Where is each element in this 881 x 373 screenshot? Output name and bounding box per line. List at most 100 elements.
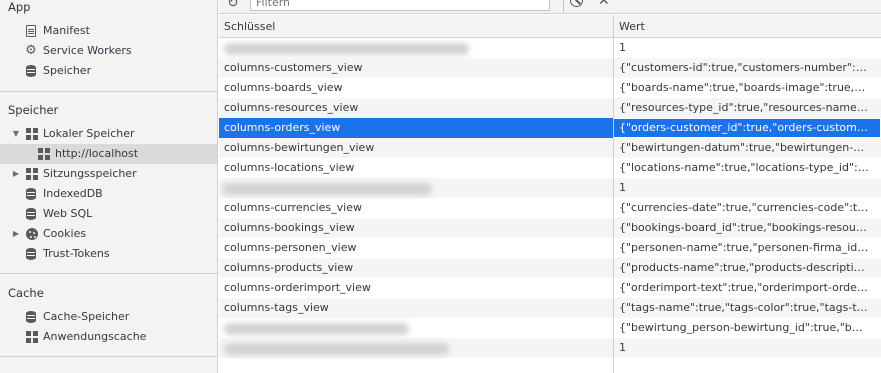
table-row[interactable]: columns-orderimport_view {"orderimport-t… bbox=[219, 278, 881, 298]
sidebar-item-label: Cache-Speicher bbox=[43, 310, 130, 323]
sidebar-item-localhost[interactable]: http://localhost bbox=[0, 144, 217, 164]
value-cell: {"bewirtung_person-bewirtung_id":true,"b… bbox=[619, 321, 869, 334]
table-row[interactable]: {"bewirtung_person-bewirtung_id":true,"b… bbox=[219, 318, 881, 338]
table-row[interactable]: columns-bewirtungen_view {"bewirtungen-d… bbox=[219, 138, 881, 158]
database-icon bbox=[26, 208, 36, 220]
sidebar-item-manifest[interactable]: Manifest bbox=[0, 21, 217, 41]
table-row[interactable]: 1 bbox=[219, 38, 881, 58]
section-title-cache: Cache bbox=[8, 286, 44, 300]
sidebar-item-service-workers[interactable]: ⚙ Service Workers bbox=[0, 41, 217, 61]
table-row[interactable]: columns-bookings_view {"bookings-board_i… bbox=[219, 218, 881, 238]
key-cell: columns-personen_view bbox=[224, 241, 357, 254]
database-icon bbox=[26, 188, 36, 200]
sidebar-item-trust-tokens[interactable]: Trust-Tokens bbox=[0, 244, 217, 264]
sidebar-divider bbox=[0, 91, 217, 92]
table-header: Schlüssel Wert bbox=[219, 15, 881, 38]
value-cell: {"boards-name":true,"boards-image":true,… bbox=[619, 81, 869, 94]
table-row[interactable]: 1 bbox=[219, 338, 881, 358]
clear-all-icon[interactable] bbox=[570, 0, 583, 7]
sidebar-item-web-sql[interactable]: Web SQL bbox=[0, 204, 217, 224]
sidebar-item-local-storage[interactable]: ▼ Lokaler Speicher bbox=[0, 124, 217, 144]
table-row-selected[interactable]: columns-orders_view {"orders-customer_id… bbox=[219, 118, 881, 138]
gear-icon: ⚙ bbox=[25, 43, 37, 58]
sidebar-item-label: Web SQL bbox=[43, 207, 93, 220]
sidebar-divider bbox=[0, 356, 217, 357]
grid-icon bbox=[26, 331, 38, 343]
sidebar-item-indexeddb[interactable]: IndexedDB bbox=[0, 184, 217, 204]
sidebar-item-cookies[interactable]: ▶ Cookies bbox=[0, 224, 217, 244]
table-row[interactable]: columns-personen_view {"personen-name":t… bbox=[219, 238, 881, 258]
sidebar-item-session-storage[interactable]: ▶ Sitzungsspeicher bbox=[0, 164, 217, 184]
redacted-key bbox=[224, 323, 409, 335]
section-title-app: App bbox=[8, 0, 31, 14]
sidebar-divider bbox=[0, 273, 217, 274]
sidebar-item-label: http://localhost bbox=[55, 147, 139, 160]
key-cell: columns-products_view bbox=[224, 261, 354, 274]
value-cell: {"personen-name":true,"personen-firma_id… bbox=[619, 241, 869, 254]
value-cell: {"bookings-board_id":true,"bookings-reso… bbox=[619, 221, 869, 234]
expand-triangle-down-icon[interactable]: ▼ bbox=[11, 124, 21, 144]
cookie-icon bbox=[26, 228, 38, 240]
redacted-key bbox=[222, 183, 432, 195]
table-row[interactable]: columns-currencies_view {"currencies-dat… bbox=[219, 198, 881, 218]
value-cell: {"products-name":true,"products-descript… bbox=[619, 261, 869, 274]
sidebar-item-label: Service Workers bbox=[43, 44, 132, 57]
database-icon bbox=[26, 311, 36, 323]
column-header-key[interactable]: Schlüssel bbox=[219, 15, 613, 38]
value-cell: {"orderimport-text":true,"orderimport-or… bbox=[619, 281, 869, 294]
grid-icon bbox=[26, 168, 38, 180]
storage-toolbar: ↻ ✕ bbox=[219, 0, 881, 14]
section-title-storage: Speicher bbox=[8, 103, 59, 117]
value-cell: 1 bbox=[619, 181, 626, 194]
value-cell: 1 bbox=[619, 41, 626, 54]
filter-input[interactable] bbox=[250, 0, 550, 11]
value-cell: 1 bbox=[619, 341, 626, 354]
table-row[interactable]: columns-boards_view {"boards-name":true,… bbox=[219, 78, 881, 98]
grid-icon bbox=[38, 148, 50, 160]
refresh-icon[interactable]: ↻ bbox=[227, 0, 239, 11]
grid-icon bbox=[26, 128, 38, 140]
sidebar-item-application-cache[interactable]: Anwendungscache bbox=[0, 327, 217, 347]
value-cell: {"tags-name":true,"tags-color":true,"tag… bbox=[619, 301, 869, 314]
redacted-key bbox=[224, 343, 449, 355]
column-separator bbox=[613, 38, 614, 373]
table-row[interactable]: columns-locations_view {"locations-name"… bbox=[219, 158, 881, 178]
delete-selected-icon[interactable]: ✕ bbox=[598, 0, 610, 8]
value-cell: {"currencies-date":true,"currencies-code… bbox=[619, 201, 869, 214]
table-row[interactable]: 1 bbox=[219, 178, 881, 198]
toolbar-separator bbox=[563, 0, 564, 13]
key-cell: columns-locations_view bbox=[224, 161, 355, 174]
table-row[interactable]: columns-resources_view {"resources-type_… bbox=[219, 98, 881, 118]
sidebar-item-cache-storage[interactable]: Cache-Speicher bbox=[0, 307, 217, 327]
key-cell: columns-currencies_view bbox=[224, 201, 362, 214]
table-row[interactable]: columns-tags_view {"tags-name":true,"tag… bbox=[219, 298, 881, 318]
sidebar-item-storage-overview[interactable]: Speicher bbox=[0, 61, 217, 81]
database-icon bbox=[26, 248, 36, 260]
table-row[interactable]: columns-customers_view {"customers-id":t… bbox=[219, 58, 881, 78]
value-cell: {"bewirtungen-datum":true,"bewirtungen-a… bbox=[619, 141, 869, 154]
database-icon bbox=[26, 65, 36, 77]
key-cell: columns-tags_view bbox=[224, 301, 329, 314]
redacted-key bbox=[224, 43, 469, 55]
key-cell: columns-orderimport_view bbox=[224, 281, 371, 294]
manifest-icon bbox=[26, 25, 36, 37]
expand-triangle-right-icon[interactable]: ▶ bbox=[11, 224, 21, 244]
sidebar: App Manifest ⚙ Service Workers Speicher … bbox=[0, 0, 218, 373]
key-cell: columns-bookings_view bbox=[224, 221, 355, 234]
sidebar-item-label: Lokaler Speicher bbox=[43, 127, 135, 140]
sidebar-item-label: Anwendungscache bbox=[43, 330, 147, 343]
sidebar-item-label: Cookies bbox=[43, 227, 87, 240]
table-row[interactable]: columns-products_view {"products-name":t… bbox=[219, 258, 881, 278]
sidebar-item-label: IndexedDB bbox=[43, 187, 103, 200]
key-cell: columns-resources_view bbox=[224, 101, 359, 114]
value-cell: {"resources-type_id":true,"resources-nam… bbox=[619, 101, 869, 114]
column-header-value[interactable]: Wert bbox=[613, 15, 881, 38]
sidebar-item-label: Manifest bbox=[43, 24, 90, 37]
value-cell: {"customers-id":true,"customers-number":… bbox=[619, 61, 869, 74]
value-cell: {"locations-name":true,"locations-type_i… bbox=[619, 161, 869, 174]
expand-triangle-right-icon[interactable]: ▶ bbox=[11, 164, 21, 184]
key-cell: columns-bewirtungen_view bbox=[224, 141, 375, 154]
sidebar-item-label: Sitzungsspeicher bbox=[43, 167, 137, 180]
sidebar-item-label: Speicher bbox=[43, 64, 92, 77]
sidebar-item-label: Trust-Tokens bbox=[43, 247, 110, 260]
